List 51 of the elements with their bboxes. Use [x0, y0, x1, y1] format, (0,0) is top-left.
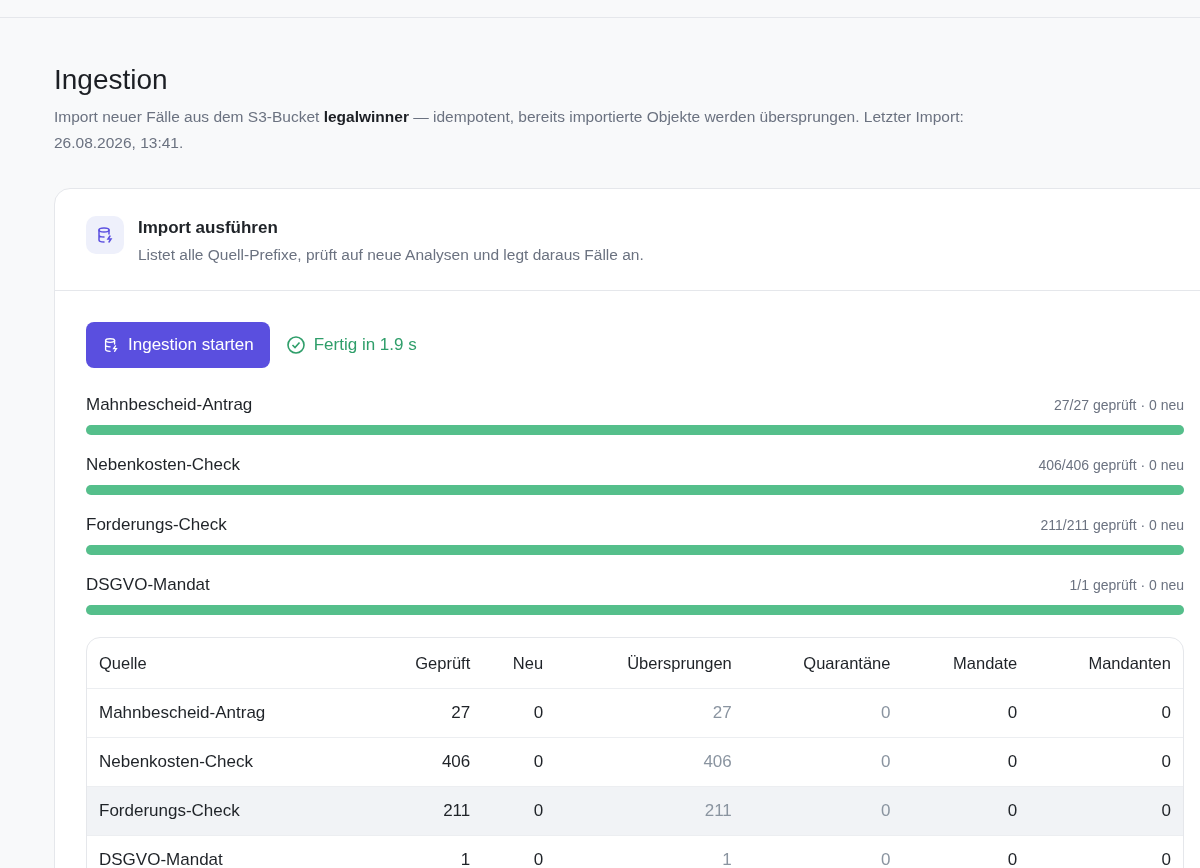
table-cell-text: 406 — [440, 751, 472, 773]
table-cell-text: 0 — [1006, 702, 1019, 724]
table-cell-text: Mahnbescheid-Antrag — [98, 702, 267, 724]
table-cell-text: Forderungs-Check — [98, 800, 241, 822]
source-name: Mahnbescheid-Antrag — [86, 395, 253, 415]
table-cell-text: Nebenkosten-Check — [98, 751, 255, 773]
page-title: Ingestion — [54, 63, 169, 97]
column-header: Übersprungen — [626, 652, 733, 674]
table-cell-text: 0 — [532, 800, 545, 822]
table-cell-text: 1 — [721, 849, 733, 868]
progress-reading: 1/1 geprüft · 0 neu — [1069, 577, 1184, 593]
progress-reading: 406/406 geprüft · 0 neu — [1038, 457, 1184, 473]
table-cell-text: 0 — [880, 751, 892, 773]
table-cell-text: 211 — [442, 800, 472, 822]
table-cell-text: DSGVO-Mandat — [98, 849, 224, 868]
table-cell-text: 0 — [1006, 800, 1019, 822]
table-cell-text: 0 — [1160, 849, 1172, 868]
column-header: Quarantäne — [802, 652, 892, 674]
table-cell-text: 0 — [532, 849, 545, 868]
table-cell-text: 406 — [702, 751, 733, 773]
table-cell-text: 0 — [1006, 751, 1019, 773]
card-title: Import ausführen — [138, 217, 279, 239]
table-cell-text: 27 — [711, 702, 733, 724]
progress-reading: 211/211 geprüft · 0 neu — [1040, 517, 1184, 533]
source-name: Nebenkosten-Check — [86, 455, 241, 475]
status-text: Fertig in 1.9 s — [313, 335, 417, 355]
column-header: Neu — [511, 652, 545, 674]
column-header: Mandate — [952, 652, 1019, 674]
table-cell-text: 27 — [450, 702, 472, 724]
table-cell-text: 0 — [1160, 702, 1172, 724]
column-header: Geprüft — [414, 652, 472, 674]
table-cell-text: 211 — [703, 800, 733, 822]
start-ingestion-button[interactable]: Ingestion starten — [86, 322, 270, 368]
column-header: Quelle — [98, 652, 148, 674]
table-cell-text: 0 — [880, 702, 892, 724]
column-header: Mandanten — [1087, 652, 1172, 674]
table-cell-text: 0 — [880, 849, 892, 868]
source-name: DSGVO-Mandat — [86, 575, 210, 595]
table-cell-text: 0 — [532, 751, 545, 773]
database-icon — [102, 336, 120, 354]
card-subtitle: Listet alle Quell-Prefixe, prüft auf neue Analysen und legt daraus Fälle an. — [138, 246, 644, 264]
table-cell-text: 1 — [459, 849, 472, 868]
progress-reading: 27/27 geprüft · 0 neu — [1054, 397, 1184, 413]
source-name: Forderungs-Check — [86, 515, 227, 535]
table-cell-text: 0 — [532, 702, 545, 724]
table-cell-text: 0 — [1006, 849, 1019, 868]
table-cell-text: 0 — [880, 800, 892, 822]
database-icon — [86, 216, 124, 254]
table-cell-text: 0 — [1160, 751, 1172, 773]
table-cell-text: 0 — [1160, 800, 1172, 822]
page-description: Import neuer Fälle aus dem S3-Bucket legalwinner — idempotent, bereits importierte Objekte werden übersprungen. Letzter Import: 26.08.2026, 13:41. — [54, 107, 965, 153]
